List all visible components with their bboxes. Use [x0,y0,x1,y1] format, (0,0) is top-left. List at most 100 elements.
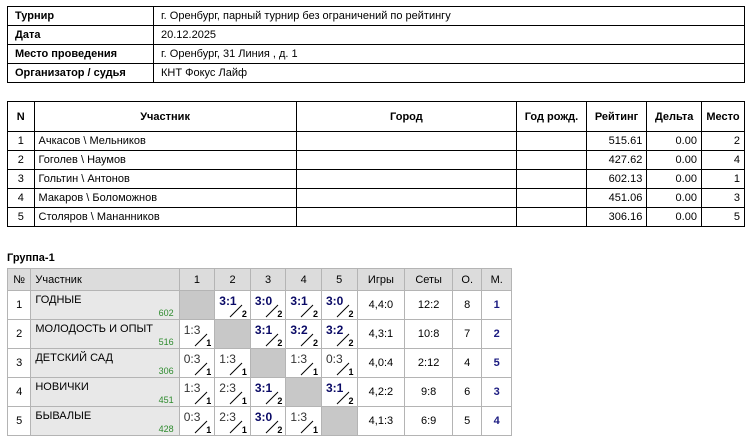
match-points: 2 [348,338,354,348]
match-result-cell: 3:0 2 [320,290,358,320]
match-result-cell: 2:3 1 [214,406,251,436]
team-points: 5 [452,406,483,436]
team-games: 4,1:3 [356,406,406,436]
group-col-1: 1 [178,268,216,291]
team-sets: 12:2 [404,290,454,320]
group-col-sets: Сеты [404,268,454,291]
match-points: 2 [277,425,283,435]
match-points: 2 [277,396,283,406]
group-col-4: 4 [285,268,322,291]
group-col-5: 5 [320,268,358,291]
participant-birth-year [516,188,587,208]
participant-delta: 0.00 [646,150,702,170]
self-match-cell [320,406,358,436]
group-col-n: № [6,268,32,291]
match-result-cell: 1:3 1 [214,348,251,378]
group-row-number: 2 [6,319,32,349]
info-value: г. Оренбург, парный турнир без ограничен… [153,6,745,26]
match-result-cell: 3:2 2 [285,319,322,349]
team-place: 5 [481,348,512,378]
info-row: Организатор / судья КНТ Фокус Лайф [7,63,745,83]
group-row-number: 1 [6,290,32,320]
team-games: 4,0:4 [356,348,406,378]
match-result-cell: 1:3 1 [178,377,216,407]
group-row: 2 МОЛОДОСТЬ И ОПЫТ 516 1:3 1 3:1 2 3:2 2 3:2 2 4,3:… [6,319,512,349]
participant-number: 2 [7,150,35,170]
team-name: БЫВАЛЫЕ [35,410,92,422]
match-points: 1 [312,367,318,377]
participant-row: 4 Макаров \ Боломожнов 451.06 0.00 3 [7,188,746,208]
match-result-cell: 3:1 2 [249,319,287,349]
participant-birth-year [516,169,587,189]
participant-delta: 0.00 [646,188,702,208]
participant-rating: 602.13 [585,169,648,189]
team-name: ГОДНЫЕ [35,294,82,306]
self-match-cell [178,290,216,320]
team-place: 4 [481,406,512,436]
col-participant: Участник [33,101,297,132]
match-result-cell: 3:1 2 [285,290,322,320]
match-result-cell: 0:3 1 [320,348,358,378]
participant-name: Ачкасов \ Мельников [33,131,297,151]
participants-header-row: N Участник Город Год рожд. Рейтинг Дельт… [7,101,746,132]
self-match-cell [285,377,322,407]
team-sets: 6:9 [404,406,454,436]
info-row: Место проведения г. Оренбург, 31 Линия , … [7,44,745,64]
group-col-place: М. [481,268,512,291]
participant-city [295,131,518,151]
team-place: 1 [481,290,512,320]
team-name: ДЕТСКИЙ САД [35,352,113,364]
participant-city [295,207,518,227]
group-header-row: № Участник 1 2 3 4 5 Игры Сеты О. М. [6,268,512,291]
match-result-cell: 3:1 2 [320,377,358,407]
team-games: 4,4:0 [356,290,406,320]
group-col-participant: Участник [30,268,180,291]
match-result-cell: 0:3 1 [178,348,216,378]
info-label: Дата [7,25,154,45]
match-result-cell: 3:1 2 [214,290,251,320]
participant-delta: 0.00 [646,207,702,227]
team-rating: 516 [158,337,174,347]
info-row: Турнир г. Оренбург, парный турнир без огр… [7,6,745,26]
participant-delta: 0.00 [646,131,702,151]
participant-name: Гоголев \ Наумов [33,150,297,170]
match-result-cell: 2:3 1 [214,377,251,407]
match-points: 1 [241,425,247,435]
group-row: 3 ДЕТСКИЙ САД 306 0:3 1 1:3 1 1:3 1 0:3 1 4,0:4 2:12… [6,348,512,378]
team-points: 6 [452,377,483,407]
team-sets: 9:8 [404,377,454,407]
participant-name: Гольтин \ Антонов [33,169,297,189]
participant-number: 5 [7,207,35,227]
match-result-cell: 3:0 2 [249,406,287,436]
participant-delta: 0.00 [646,169,702,189]
participant-number: 3 [7,169,35,189]
team-cell: МОЛОДОСТЬ И ОПЫТ 516 [30,319,180,349]
match-result-cell: 3:0 2 [249,290,287,320]
match-points: 1 [206,396,212,406]
participant-name: Столяров \ Мананников [33,207,297,227]
participant-place: 2 [700,131,746,151]
team-place: 3 [481,377,512,407]
match-result-cell: 1:3 1 [178,319,216,349]
match-points: 2 [348,309,354,319]
match-points: 2 [277,338,283,348]
participant-row: 2 Гоголев \ Наумов 427.62 0.00 4 [7,150,746,170]
participant-birth-year [516,150,587,170]
team-games: 4,3:1 [356,319,406,349]
match-result-cell: 3:1 2 [249,377,287,407]
participant-row: 3 Гольтин \ Антонов 602.13 0.00 1 [7,169,746,189]
info-value: 20.12.2025 [153,25,745,45]
group-col-games: Игры [356,268,406,291]
col-n: N [7,101,35,132]
team-place: 2 [481,319,512,349]
info-label: Турнир [7,6,154,26]
participant-row: 1 Ачкасов \ Мельников 515.61 0.00 2 [7,131,746,151]
col-city: Город [295,101,518,132]
team-cell: ДЕТСКИЙ САД 306 [30,348,180,378]
col-rating: Рейтинг [585,101,648,132]
participant-place: 4 [700,150,746,170]
self-match-cell [214,319,251,349]
team-name: МОЛОДОСТЬ И ОПЫТ [35,323,153,335]
match-points: 1 [206,367,212,377]
match-points: 2 [312,338,318,348]
